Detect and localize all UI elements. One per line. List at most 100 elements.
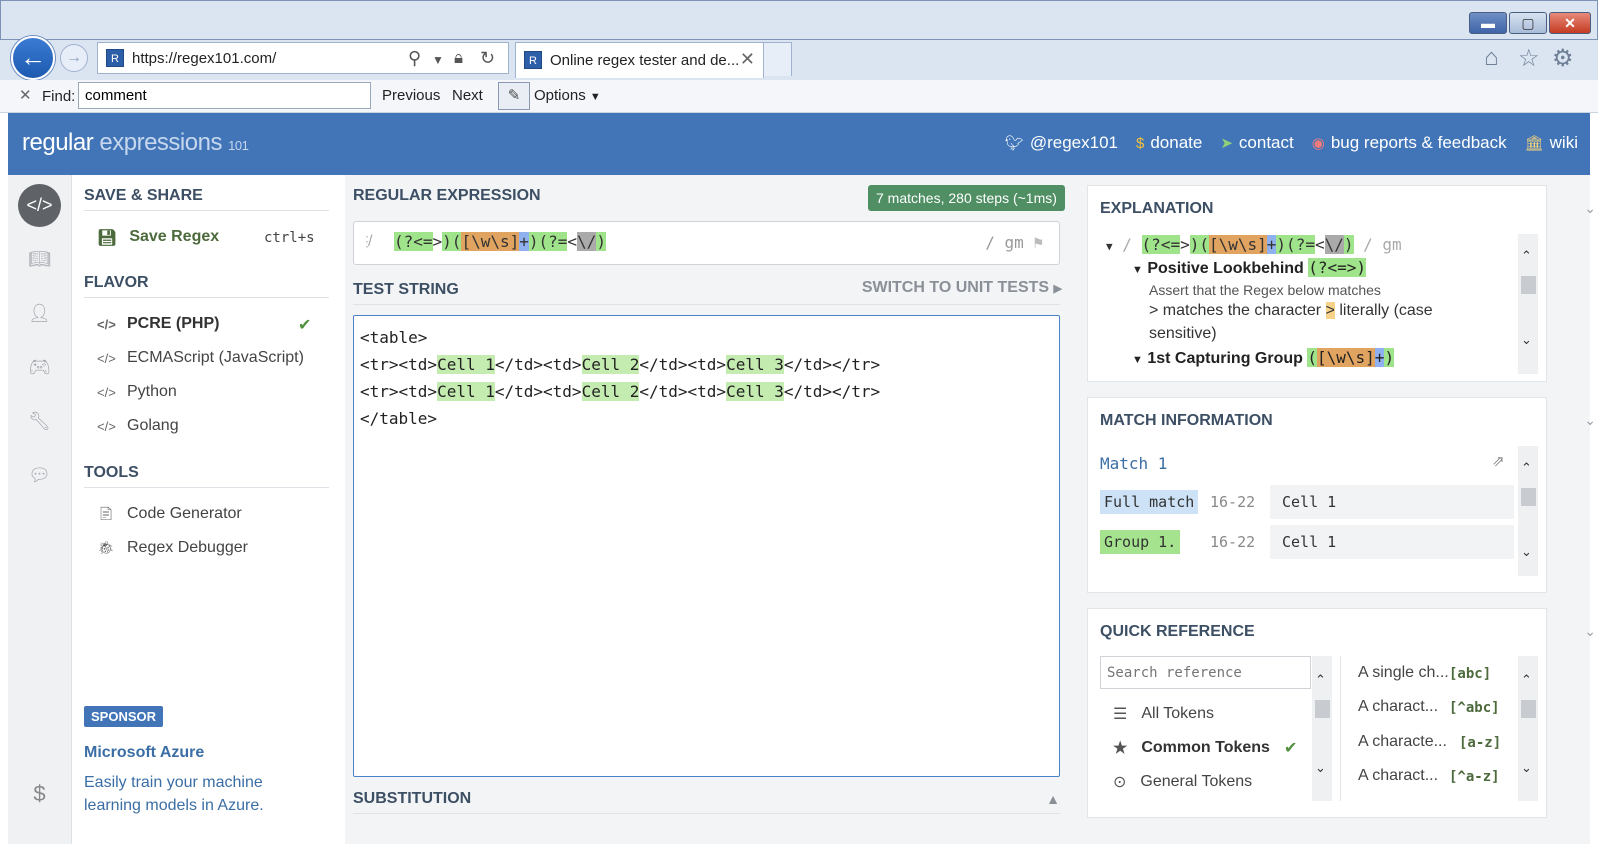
scroll-up-icon[interactable]: ⌃ bbox=[1521, 460, 1532, 476]
twitter-link[interactable]: 🐦︎ @regex101 bbox=[1005, 133, 1118, 153]
maximize-button[interactable]: ▢ bbox=[1509, 12, 1547, 34]
general-tokens-label: General Tokens bbox=[1140, 773, 1253, 790]
all-tokens-item[interactable]: ☰ All Tokens bbox=[1113, 704, 1214, 724]
general-tokens-item[interactable]: ⊙ General Tokens bbox=[1113, 772, 1252, 792]
wrench-icon[interactable]: 🔧︎ bbox=[18, 400, 61, 443]
home-icon[interactable]: ⌂ bbox=[1484, 44, 1499, 72]
chevron-down-icon[interactable]: ⌄ bbox=[1584, 412, 1596, 429]
reference-scrollbar[interactable]: ⌃ ⌄ bbox=[1518, 656, 1538, 801]
category-scrollbar[interactable]: ⌃ ⌄ bbox=[1312, 656, 1332, 801]
search-reference-input[interactable] bbox=[1100, 656, 1311, 689]
dropdown-icon[interactable]: ▼ bbox=[432, 53, 444, 67]
logo-sub: expressions bbox=[99, 129, 222, 156]
lookbehind-token: (?<=>) bbox=[1308, 258, 1367, 277]
forward-button[interactable]: → bbox=[60, 44, 88, 72]
refresh-icon[interactable]: ↻ bbox=[480, 48, 495, 69]
library-icon: 🏛︎ bbox=[1524, 135, 1544, 152]
ref-desc[interactable]: A single ch... bbox=[1358, 664, 1449, 682]
sponsor-text[interactable]: Easily train your machine learning model… bbox=[84, 771, 324, 817]
scroll-thumb[interactable] bbox=[1521, 276, 1536, 294]
gamepad-icon[interactable]: 🎮︎ bbox=[18, 346, 61, 389]
find-options-button[interactable]: Options ▼ bbox=[534, 87, 601, 104]
library-book-icon[interactable]: 📖︎ bbox=[18, 238, 61, 281]
flavor-ecmascript[interactable]: </> ECMAScript (JavaScript) bbox=[97, 349, 304, 367]
literally-text: literally (case bbox=[1339, 302, 1433, 319]
wiki-link[interactable]: 🏛︎ wiki bbox=[1525, 133, 1578, 153]
chevron-up-icon[interactable]: ▲ bbox=[1046, 791, 1060, 807]
bug-reports-link[interactable]: ◉ bug reports & feedback bbox=[1312, 133, 1507, 153]
user-icon[interactable]: 👤︎ bbox=[18, 292, 61, 335]
match-info-panel: MATCH INFORMATION ⌄ Match 1 ⇗ Full match… bbox=[1087, 397, 1596, 593]
scroll-down-icon[interactable]: ⌄ bbox=[1521, 760, 1532, 776]
browser-tab[interactable]: R Online regex tester and de... ✕ bbox=[515, 42, 764, 78]
scroll-up-icon[interactable]: ⌃ bbox=[1315, 672, 1326, 688]
minimize-button[interactable]: ▬ bbox=[1469, 12, 1507, 34]
pencil-icon[interactable]: ✎ bbox=[498, 82, 530, 110]
url-text[interactable]: https://regex101.com/ bbox=[132, 50, 276, 67]
explanation-lookbehind[interactable]: ▼ Positive Lookbehind (?<=>) bbox=[1132, 258, 1367, 278]
settings-gear-icon[interactable]: ⚙ bbox=[1552, 44, 1574, 73]
code-icon: </> bbox=[97, 316, 116, 332]
explanation-group[interactable]: ▼ 1st Capturing Group ([\w\s]+) bbox=[1132, 348, 1395, 368]
ref-desc[interactable]: A characte... bbox=[1358, 733, 1447, 751]
chevron-down-icon[interactable]: ⌄ bbox=[1584, 623, 1596, 640]
regex-flags[interactable]: / gm ⚑ bbox=[985, 233, 1043, 252]
scroll-down-icon[interactable]: ⌄ bbox=[1521, 544, 1532, 560]
flavor-pcre[interactable]: </> PCRE (PHP) bbox=[97, 315, 219, 333]
scroll-down-icon[interactable]: ⌄ bbox=[1315, 760, 1326, 776]
regex-debugger-link[interactable]: 🐞︎ Regex Debugger bbox=[97, 539, 248, 557]
regex-flags-text: / gm bbox=[985, 233, 1024, 252]
find-close-icon[interactable]: ✕ bbox=[19, 86, 32, 104]
lock-icon[interactable]: 🔒︎ bbox=[454, 48, 463, 68]
new-tab-button[interactable] bbox=[763, 42, 792, 76]
find-previous-button[interactable]: Previous bbox=[382, 87, 440, 104]
ref-desc[interactable]: A charact... bbox=[1358, 767, 1438, 785]
address-bar[interactable]: R https://regex101.com/ ⚲ ▼ 🔒︎ ↻ bbox=[97, 42, 509, 74]
flavor-golang[interactable]: </> Golang bbox=[97, 417, 179, 435]
save-regex-button[interactable]: 💾︎ Save Regex bbox=[97, 228, 219, 248]
favorites-star-icon[interactable]: ☆ bbox=[1518, 44, 1540, 73]
scroll-thumb[interactable] bbox=[1315, 700, 1330, 718]
regex-pattern[interactable]: (?<=>)([\w\s]+)(?=<\/) bbox=[394, 232, 606, 251]
sponsor-name[interactable]: Microsoft Azure bbox=[84, 744, 204, 762]
test-string-heading: TEST STRING bbox=[353, 281, 459, 298]
switch-to-unit-tests-button[interactable]: SWITCH TO UNIT TESTS ▶ bbox=[862, 279, 1062, 297]
site-logo[interactable]: regular expressions 101 bbox=[22, 129, 249, 157]
find-next-button[interactable]: Next bbox=[452, 87, 483, 104]
find-input[interactable] bbox=[78, 82, 371, 109]
flavor-python[interactable]: </> Python bbox=[97, 383, 177, 401]
test-string-input[interactable]: <table> <tr><td>Cell 1</td><td>Cell 2</t… bbox=[353, 315, 1060, 777]
sidebar: SAVE & SHARE 💾︎ Save Regex ctrl+s FLAVOR … bbox=[72, 175, 345, 844]
code-icon[interactable]: </> bbox=[18, 184, 61, 227]
ref-desc[interactable]: A charact... bbox=[1358, 698, 1438, 716]
full-match-label: Full match bbox=[1100, 490, 1199, 514]
substitution-heading[interactable]: SUBSTITUTION bbox=[353, 790, 471, 808]
share-icon[interactable]: ⇗ bbox=[1492, 452, 1505, 470]
donate-link[interactable]: $ donate bbox=[1136, 133, 1202, 153]
back-button[interactable]: ← bbox=[11, 36, 55, 80]
sponsor-dollar-icon[interactable]: $ bbox=[18, 772, 61, 815]
match-scrollbar[interactable]: ⌃ ⌄ bbox=[1518, 446, 1538, 576]
find-label: Find: bbox=[42, 88, 76, 105]
chevron-down-icon[interactable]: ⌄ bbox=[1584, 200, 1596, 217]
regex-input[interactable]: ⋮ / (?<=>)([\w\s]+)(?=<\/) / gm ⚑ bbox=[353, 221, 1060, 265]
twitter-icon: 🐦︎ bbox=[1004, 135, 1024, 152]
scroll-down-icon[interactable]: ⌄ bbox=[1521, 332, 1532, 348]
scroll-up-icon[interactable]: ⌃ bbox=[1521, 672, 1532, 688]
common-tokens-item[interactable]: ★ Common Tokens ✔ bbox=[1113, 738, 1297, 758]
tab-close-icon[interactable]: ✕ bbox=[740, 49, 755, 70]
scroll-up-icon[interactable]: ⌃ bbox=[1521, 248, 1532, 264]
database-icon: ☰ bbox=[1113, 706, 1128, 723]
search-icon[interactable]: ⚲ bbox=[408, 48, 421, 69]
close-window-button[interactable]: ✕ bbox=[1549, 12, 1591, 34]
scroll-thumb[interactable] bbox=[1521, 700, 1536, 718]
code-generator-link[interactable]: 📄︎ Code Generator bbox=[97, 505, 242, 523]
full-match-range: 16-22 bbox=[1210, 493, 1256, 511]
contact-link[interactable]: ➤ contact bbox=[1220, 133, 1293, 153]
scroll-thumb[interactable] bbox=[1521, 488, 1536, 506]
test-line: <tr><td>Cell 1</td><td>Cell 2</td><td>Ce… bbox=[360, 382, 881, 401]
chat-icon[interactable]: 💬︎ bbox=[18, 454, 61, 497]
bug-icon: 🐞︎ bbox=[97, 540, 115, 555]
explanation-scrollbar[interactable]: ⌃ ⌄ bbox=[1518, 234, 1538, 374]
right-panels: EXPLANATION ⌄ ▼ / (?<=>)([\w\s]+)(?=<\/)… bbox=[1072, 175, 1596, 844]
